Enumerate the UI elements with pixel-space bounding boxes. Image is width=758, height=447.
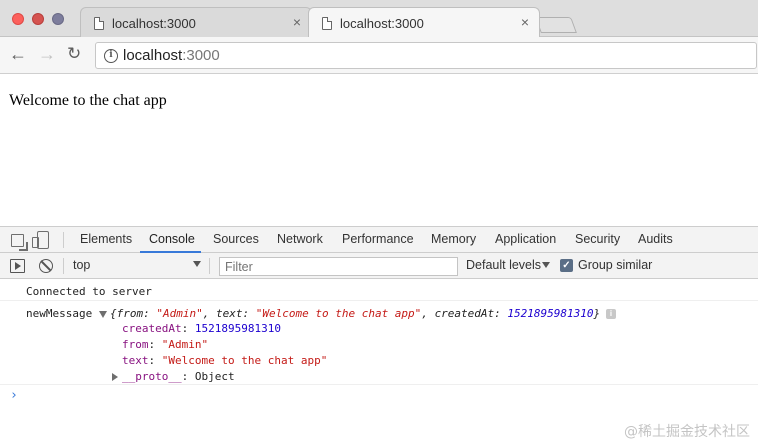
property-key: createdAt (122, 322, 182, 335)
tab-application[interactable]: Application (495, 232, 556, 246)
zoom-window-button[interactable] (52, 13, 64, 25)
object-property: from: "Admin" (122, 338, 209, 351)
log-levels-dropdown[interactable]: Default levels (466, 258, 541, 272)
divider (63, 232, 64, 248)
property-key: __proto__ (122, 370, 182, 383)
divider (63, 258, 64, 274)
tab-security[interactable]: Security (575, 232, 620, 246)
expand-triangle-icon[interactable] (112, 373, 118, 381)
object-summary[interactable]: {from: "Admin", text: "Welcome to the ch… (110, 307, 600, 320)
chevron-down-icon[interactable] (193, 261, 201, 267)
tab-strip: localhost:3000 × localhost:3000 × (0, 0, 758, 38)
address-bar[interactable]: i localhost:3000 (95, 42, 757, 69)
tab-memory[interactable]: Memory (431, 232, 476, 246)
tab-sources[interactable]: Sources (213, 232, 259, 246)
property-value: 1521895981310 (194, 322, 281, 335)
inspect-element-icon[interactable] (11, 234, 24, 247)
summary-key: text (215, 307, 243, 320)
object-property: text: "Welcome to the chat app" (122, 354, 328, 367)
reload-icon[interactable]: ↻ (67, 45, 81, 63)
show-sidebar-icon[interactable] (10, 259, 25, 273)
info-icon[interactable]: i (606, 309, 616, 319)
filter-input[interactable] (219, 257, 458, 276)
minimize-window-button[interactable] (32, 13, 44, 25)
group-similar-label[interactable]: Group similar (578, 258, 652, 272)
forward-arrow-icon[interactable]: → (38, 45, 56, 63)
browser-toolbar: ← → ↻ i localhost:3000 (0, 37, 758, 74)
object-property[interactable]: __proto__: Object (122, 370, 235, 383)
browser-tab-1[interactable]: localhost:3000 × (80, 7, 312, 38)
chevron-down-icon[interactable] (542, 262, 550, 268)
tab-performance[interactable]: Performance (342, 232, 414, 246)
back-arrow-icon[interactable]: ← (9, 45, 27, 63)
expand-triangle-icon[interactable] (99, 311, 107, 318)
group-similar-checkbox[interactable]: ✓ (560, 259, 573, 272)
tab-title: localhost:3000 (112, 16, 196, 31)
object-brace: } (593, 307, 601, 320)
tab-console[interactable]: Console (149, 232, 195, 246)
console-message: Connected to server (26, 285, 152, 298)
info-icon[interactable]: i (104, 49, 118, 63)
tab-elements[interactable]: Elements (80, 232, 132, 246)
page-heading: Welcome to the chat app (9, 92, 167, 109)
watermark: @稀土掘金技术社区 (624, 424, 750, 440)
url-port: :3000 (182, 47, 220, 64)
devtools-tab-bar: Elements Console Sources Network Perform… (0, 226, 758, 253)
divider (0, 300, 758, 301)
tab-audits[interactable]: Audits (638, 232, 673, 246)
clear-console-icon[interactable] (39, 259, 53, 273)
console-prompt-icon[interactable]: › (10, 388, 18, 403)
device-toolbar-icon[interactable] (32, 231, 49, 249)
console-toolbar: top Default levels ✓ Group similar (0, 253, 758, 279)
summary-key: from (116, 307, 144, 320)
property-key: text (122, 354, 149, 367)
object-brace: { (110, 307, 117, 320)
console-message-label: newMessage (26, 307, 93, 320)
summary-value: "Welcome to the chat app" (255, 307, 422, 320)
object-property: createdAt: 1521895981310 (122, 322, 281, 335)
close-tab-icon[interactable]: × (293, 15, 301, 29)
page-viewport: Welcome to the chat app (0, 75, 758, 226)
property-value: "Welcome to the chat app" (161, 354, 328, 367)
document-icon (322, 17, 332, 30)
summary-key: createdAt (434, 307, 495, 320)
property-key: from (122, 338, 149, 351)
url-host: localhost (123, 47, 183, 64)
close-tab-icon[interactable]: × (521, 15, 529, 29)
summary-value: 1521895981310 (507, 307, 594, 320)
property-value: Object (194, 370, 235, 383)
summary-value: "Admin" (156, 307, 203, 320)
tab-title: localhost:3000 (340, 16, 424, 31)
url-text[interactable]: localhost:3000 (123, 47, 220, 64)
browser-tab-2-active[interactable]: localhost:3000 × (308, 7, 540, 38)
context-selector[interactable]: top (73, 258, 90, 272)
divider (209, 258, 210, 274)
divider (0, 384, 758, 385)
new-tab-button[interactable] (535, 17, 577, 33)
close-window-button[interactable] (12, 13, 24, 25)
document-icon (94, 17, 104, 30)
property-value: "Admin" (161, 338, 209, 351)
tab-network[interactable]: Network (277, 232, 323, 246)
